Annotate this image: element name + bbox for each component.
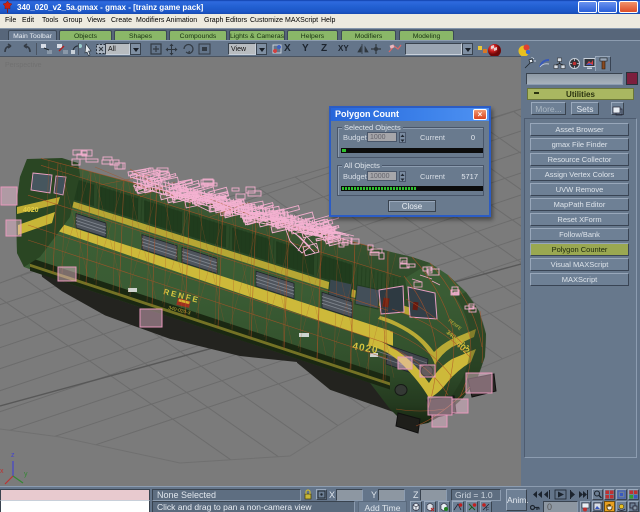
svg-text:z: z <box>11 452 15 459</box>
svg-text:Perspective: Perspective <box>5 62 42 69</box>
svg-text:F: F <box>486 507 489 512</box>
svg-text:y: y <box>24 471 28 478</box>
svg-text:4020: 4020 <box>23 207 39 214</box>
svg-text:x: x <box>0 468 4 475</box>
